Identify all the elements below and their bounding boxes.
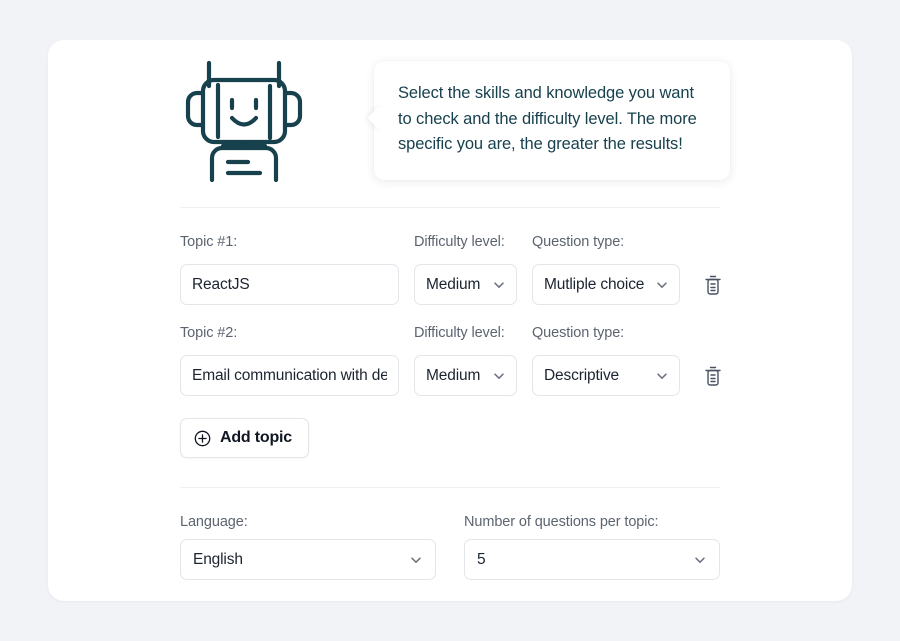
delete-topic-button[interactable] bbox=[700, 363, 726, 391]
question-type-label: Question type: bbox=[532, 325, 625, 341]
chevron-down-icon bbox=[492, 369, 506, 383]
questions-per-topic-group: Number of questions per topic: 5 bbox=[464, 514, 720, 580]
divider-bottom bbox=[180, 487, 720, 488]
difficulty-label: Difficulty level: bbox=[414, 325, 505, 341]
speech-bubble-tail bbox=[365, 105, 383, 131]
assistant-speech-bubble: Select the skills and knowledge you want… bbox=[374, 61, 730, 180]
chevron-down-icon bbox=[492, 278, 506, 292]
chevron-down-icon bbox=[409, 553, 423, 567]
difficulty-label: Difficulty level: bbox=[414, 234, 505, 250]
add-topic-label: Add topic bbox=[220, 429, 292, 446]
question-type-select[interactable]: Mutliple choice bbox=[532, 264, 680, 305]
question-type-value: Descriptive bbox=[544, 366, 620, 384]
topic-row: Topic #1: Difficulty level: Question typ… bbox=[180, 234, 760, 325]
topic-label: Topic #1: bbox=[180, 234, 238, 250]
topic-row-controls: ReactJS Medium Mutliple choice bbox=[180, 264, 760, 306]
topic-input-value: Email communication with dev t bbox=[192, 366, 387, 384]
divider-top bbox=[180, 207, 720, 208]
topic-label: Topic #2: bbox=[180, 325, 238, 341]
page-root: Select the skills and knowledge you want… bbox=[0, 0, 900, 641]
topic-input[interactable]: ReactJS bbox=[180, 264, 399, 305]
trash-icon bbox=[700, 272, 726, 300]
add-topic-button[interactable]: Add topic bbox=[180, 418, 309, 458]
topic-input-value: ReactJS bbox=[192, 275, 250, 293]
assistant-header: Select the skills and knowledge you want… bbox=[180, 58, 730, 188]
topic-input[interactable]: Email communication with dev t bbox=[180, 355, 399, 396]
language-label: Language: bbox=[180, 514, 248, 530]
topic-row: Topic #2: Difficulty level: Question typ… bbox=[180, 325, 760, 416]
questions-per-topic-select[interactable]: 5 bbox=[464, 539, 720, 580]
difficulty-select[interactable]: Medium bbox=[414, 264, 517, 305]
language-value: English bbox=[193, 550, 243, 568]
questions-per-topic-value: 5 bbox=[477, 550, 486, 568]
robot-avatar-icon bbox=[180, 58, 308, 183]
chevron-down-icon bbox=[655, 278, 669, 292]
topic-row-labels: Topic #2: Difficulty level: Question typ… bbox=[180, 325, 760, 347]
difficulty-value: Medium bbox=[426, 366, 481, 384]
topic-row-labels: Topic #1: Difficulty level: Question typ… bbox=[180, 234, 760, 256]
language-group: Language: English bbox=[180, 514, 436, 580]
chevron-down-icon bbox=[655, 369, 669, 383]
quiz-setup-card: Select the skills and knowledge you want… bbox=[48, 40, 852, 601]
questions-per-topic-label: Number of questions per topic: bbox=[464, 514, 659, 530]
difficulty-value: Medium bbox=[426, 275, 481, 293]
topic-row-controls: Email communication with dev t Medium De… bbox=[180, 355, 760, 397]
chevron-down-icon bbox=[693, 553, 707, 567]
question-type-value: Mutliple choice bbox=[544, 275, 645, 293]
difficulty-select[interactable]: Medium bbox=[414, 355, 517, 396]
delete-topic-button[interactable] bbox=[700, 272, 726, 300]
question-type-label: Question type: bbox=[532, 234, 625, 250]
trash-icon bbox=[700, 363, 726, 391]
language-select[interactable]: English bbox=[180, 539, 436, 580]
plus-circle-icon bbox=[194, 430, 211, 447]
question-type-select[interactable]: Descriptive bbox=[532, 355, 680, 396]
topics-list: Topic #1: Difficulty level: Question typ… bbox=[180, 234, 760, 416]
assistant-message: Select the skills and knowledge you want… bbox=[398, 84, 697, 153]
